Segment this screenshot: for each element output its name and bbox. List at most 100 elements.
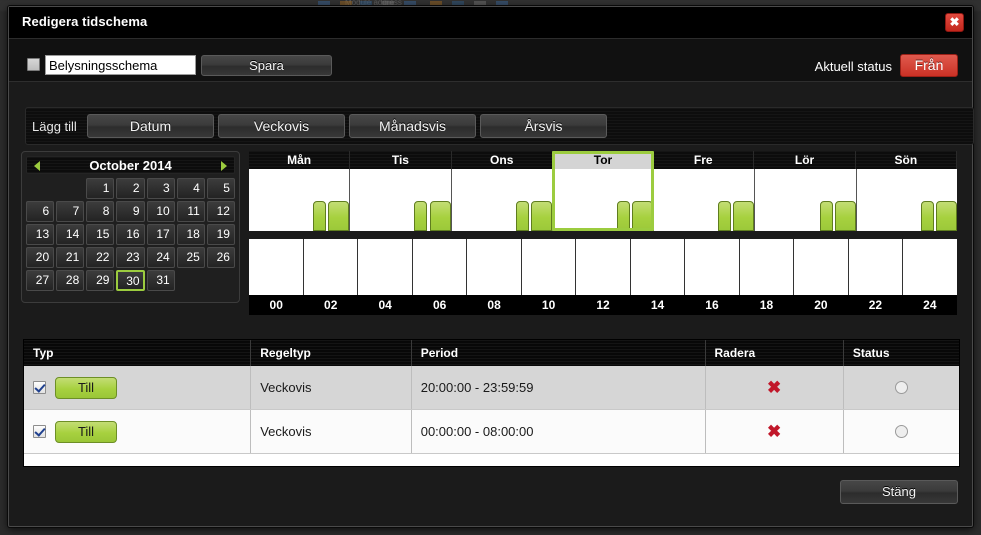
delete-x-icon[interactable]: ✖ bbox=[706, 422, 843, 442]
detail-slot-11[interactable] bbox=[849, 239, 904, 295]
time-tick-02: 02 bbox=[324, 298, 338, 312]
calendar-day-13[interactable]: 13 bbox=[26, 224, 55, 245]
delete-x-icon[interactable]: ✖ bbox=[706, 378, 843, 398]
calendar-day-16[interactable]: 16 bbox=[116, 224, 145, 245]
weekday-header-mån[interactable]: Mån bbox=[249, 151, 351, 169]
calendar-day-19[interactable]: 19 bbox=[206, 224, 235, 245]
detail-slot-5[interactable] bbox=[522, 239, 577, 295]
cell-radera: ✖ bbox=[705, 409, 844, 454]
time-tick-20: 20 bbox=[814, 298, 828, 312]
tab-manadsvis[interactable]: Månadsvis bbox=[349, 114, 476, 138]
calendar-day-3[interactable]: 3 bbox=[146, 178, 175, 199]
calendar-day-2[interactable]: 2 bbox=[116, 178, 145, 199]
calendar-day-18[interactable]: 18 bbox=[176, 224, 205, 245]
schedule-bar[interactable] bbox=[935, 201, 957, 231]
detail-slot-6[interactable] bbox=[576, 239, 631, 295]
schedule-enabled-checkbox[interactable] bbox=[27, 58, 40, 71]
chart-column-mån[interactable] bbox=[249, 169, 351, 231]
detail-slot-12[interactable] bbox=[903, 239, 957, 295]
detail-slot-4[interactable] bbox=[467, 239, 522, 295]
weekday-header-sön[interactable]: Sön bbox=[855, 151, 957, 169]
chart-column-lör[interactable] bbox=[755, 169, 857, 231]
chevron-right-icon[interactable] bbox=[221, 161, 227, 171]
calendar-day-26[interactable]: 26 bbox=[206, 247, 235, 268]
calendar-day-22[interactable]: 22 bbox=[86, 247, 115, 268]
chart-column-ons[interactable] bbox=[452, 169, 553, 231]
rule-enabled-checkbox[interactable] bbox=[33, 425, 46, 438]
status-circle-icon[interactable] bbox=[894, 381, 908, 394]
calendar-day-14[interactable]: 14 bbox=[56, 224, 85, 245]
calendar-day-12[interactable]: 12 bbox=[206, 201, 235, 222]
schedule-bar[interactable] bbox=[632, 201, 654, 231]
detail-slot-7[interactable] bbox=[631, 239, 686, 295]
detail-slot-8[interactable] bbox=[685, 239, 740, 295]
detail-slot-9[interactable] bbox=[740, 239, 795, 295]
close-icon[interactable]: ✖ bbox=[945, 13, 964, 32]
schedule-bar[interactable] bbox=[834, 201, 856, 231]
calendar-blank-cell bbox=[56, 178, 84, 199]
calendar-day-23[interactable]: 23 bbox=[116, 247, 145, 268]
schedule-bar[interactable] bbox=[414, 201, 428, 231]
schedule-bar[interactable] bbox=[819, 201, 833, 231]
chart-column-tis[interactable] bbox=[350, 169, 452, 231]
calendar-day-7[interactable]: 7 bbox=[56, 201, 85, 222]
tab-arsvis[interactable]: Årsvis bbox=[480, 114, 607, 138]
schedule-middle-area: October 2014 1 2 3 4 5 6 7 8 9 10 11 12 13 14 15 16 17 18… bbox=[17, 145, 966, 327]
calendar-day-1[interactable]: 1 bbox=[86, 178, 115, 199]
chart-column-tor[interactable] bbox=[553, 169, 655, 231]
tab-veckovis[interactable]: Veckovis bbox=[218, 114, 345, 138]
schedule-bar[interactable] bbox=[328, 201, 350, 231]
save-button[interactable]: Spara bbox=[201, 55, 332, 76]
schedule-name-input[interactable] bbox=[45, 55, 196, 75]
detail-slot-2[interactable] bbox=[358, 239, 413, 295]
schedule-bar[interactable] bbox=[733, 201, 755, 231]
calendar-day-31[interactable]: 31 bbox=[146, 270, 175, 291]
schedule-bar[interactable] bbox=[530, 201, 552, 231]
schedule-bar[interactable] bbox=[617, 201, 631, 231]
calendar-day-5[interactable]: 5 bbox=[206, 178, 235, 199]
detail-slot-10[interactable] bbox=[794, 239, 849, 295]
weekday-header-tor[interactable]: Tor bbox=[552, 151, 654, 169]
calendar-day-6[interactable]: 6 bbox=[26, 201, 55, 222]
weekday-header-tis[interactable]: Tis bbox=[350, 151, 452, 169]
chart-column-sön[interactable] bbox=[857, 169, 957, 231]
column-header-period: Period bbox=[411, 340, 706, 366]
calendar-day-4[interactable]: 4 bbox=[176, 178, 205, 199]
column-header-regeltyp: Regeltyp bbox=[250, 340, 412, 366]
chart-column-fre[interactable] bbox=[654, 169, 756, 231]
rule-type-toggle[interactable]: Till bbox=[55, 420, 117, 443]
calendar-day-24[interactable]: 24 bbox=[146, 247, 175, 268]
detail-slot-3[interactable] bbox=[413, 239, 468, 295]
schedule-bar[interactable] bbox=[313, 201, 327, 231]
calendar-day-28[interactable]: 28 bbox=[56, 270, 85, 291]
dialog-title: Redigera tidschema bbox=[22, 14, 148, 29]
status-badge[interactable]: Från bbox=[900, 54, 958, 77]
status-circle-icon[interactable] bbox=[894, 425, 908, 438]
detail-slot-1[interactable] bbox=[304, 239, 359, 295]
calendar-day-20[interactable]: 20 bbox=[26, 247, 55, 268]
calendar-day-11[interactable]: 11 bbox=[176, 201, 205, 222]
calendar-day-8[interactable]: 8 bbox=[86, 201, 115, 222]
calendar-day-10[interactable]: 10 bbox=[146, 201, 175, 222]
close-dialog-button[interactable]: Stäng bbox=[840, 480, 958, 504]
tab-datum[interactable]: Datum bbox=[87, 114, 214, 138]
weekday-header-ons[interactable]: Ons bbox=[451, 151, 553, 169]
detail-slot-0[interactable] bbox=[249, 239, 304, 295]
schedule-bar[interactable] bbox=[515, 201, 529, 231]
calendar-day-29[interactable]: 29 bbox=[86, 270, 115, 291]
calendar-widget: October 2014 1 2 3 4 5 6 7 8 9 10 11 12 13 14 15 16 17 18… bbox=[21, 151, 240, 303]
weekday-header-fre[interactable]: Fre bbox=[653, 151, 755, 169]
rule-enabled-checkbox[interactable] bbox=[33, 381, 46, 394]
calendar-day-25[interactable]: 25 bbox=[176, 247, 205, 268]
calendar-day-17[interactable]: 17 bbox=[146, 224, 175, 245]
calendar-day-27[interactable]: 27 bbox=[26, 270, 55, 291]
rule-type-toggle[interactable]: Till bbox=[55, 376, 117, 399]
weekday-header-lör[interactable]: Lör bbox=[754, 151, 856, 169]
calendar-day-9[interactable]: 9 bbox=[116, 201, 145, 222]
calendar-day-15[interactable]: 15 bbox=[86, 224, 115, 245]
calendar-day-30[interactable]: 30 bbox=[116, 270, 145, 291]
schedule-bar[interactable] bbox=[920, 201, 934, 231]
schedule-bar[interactable] bbox=[718, 201, 732, 231]
schedule-bar[interactable] bbox=[429, 201, 451, 231]
calendar-day-21[interactable]: 21 bbox=[56, 247, 85, 268]
